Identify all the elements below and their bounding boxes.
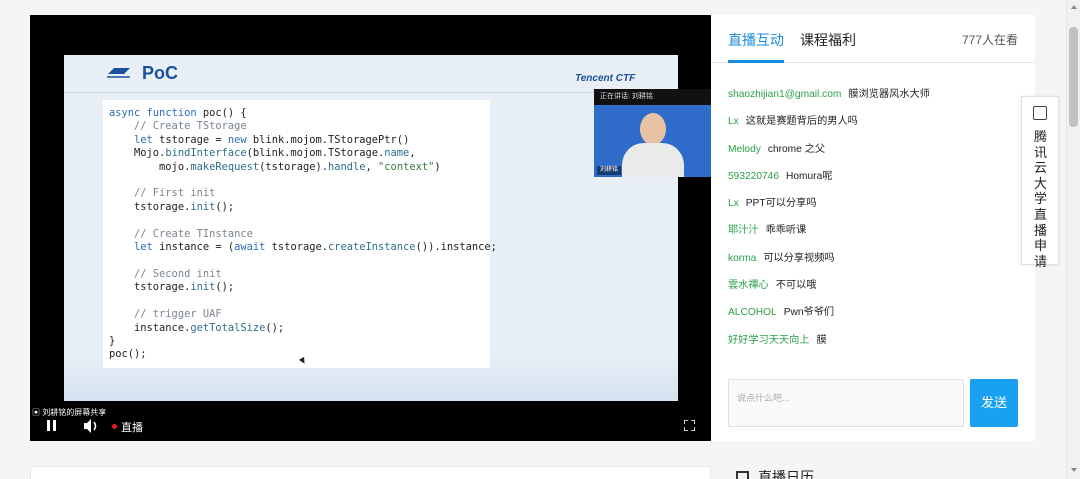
speaker-name-tag: 刘耕铭 — [597, 166, 622, 175]
scroll-up-icon[interactable] — [1071, 5, 1077, 9]
presentation-slide: PoC Tencent CTF async function poc() { /… — [64, 55, 678, 401]
send-button[interactable]: 发送 — [970, 379, 1018, 427]
video-player[interactable]: PoC Tencent CTF async function poc() { /… — [30, 15, 711, 441]
chat-message: 好好学习天天向上膜 — [728, 334, 1018, 361]
chat-input[interactable]: 说点什么吧... — [728, 379, 964, 427]
scroll-thumb[interactable] — [1069, 27, 1078, 127]
code-line: } — [109, 334, 116, 347]
code-line: instance.getTotalSize(); — [109, 321, 285, 334]
code-line: let tstorage = new blink.mojom.TStorageP… — [134, 133, 410, 146]
calendar-icon — [736, 471, 749, 479]
live-apply-tab[interactable]: 腾讯云大学直播申请 — [1021, 96, 1059, 269]
chat-username[interactable]: 好好学习天天向上 — [728, 335, 810, 346]
chat-message: shaozhijian1@gmail.com 膜浏览器风水大师 — [728, 88, 1018, 115]
chat-message: Lx PPT可以分享吗 — [728, 197, 1018, 224]
live-dot-icon — [112, 424, 117, 429]
speaker-status: 正在讲话: 刘耕铭 — [594, 89, 711, 105]
chat-message: Melody chrome 之父 — [728, 143, 1018, 170]
tab-active-indicator — [728, 60, 784, 63]
chat-username[interactable]: korma — [728, 253, 756, 264]
chat-message: Lx 这就是赛题背后的男人吗 — [728, 115, 1018, 142]
chat-text: 乖乖听课 — [765, 225, 807, 237]
viewer-count: 777人在看 — [962, 33, 1019, 47]
code-line: tstorage.init(); — [109, 281, 235, 294]
chat-username[interactable]: Melody — [728, 144, 761, 155]
code-text: async function poc() { // Create TStorag… — [109, 107, 497, 362]
chat-username[interactable]: Lx — [728, 198, 739, 209]
scroll-down-icon[interactable] — [1071, 468, 1077, 472]
chat-username[interactable]: ALCOHOL — [728, 307, 777, 318]
live-apply-label: 腾讯云大学直播申请 — [1034, 129, 1048, 269]
lower-content-card — [30, 466, 711, 479]
fullscreen-icon[interactable] — [684, 420, 695, 431]
code-line: async function poc() { — [109, 107, 247, 119]
code-line: // First init — [109, 187, 216, 200]
player-controls: 直播 — [30, 416, 711, 438]
code-line: Mojo.bindInterface(blink.mojom.TStorage.… — [109, 147, 416, 160]
speaker-camera[interactable]: 正在讲话: 刘耕铭 刘耕铭 — [594, 89, 711, 177]
chat-text: 膜 — [816, 334, 827, 346]
chat-input-placeholder: 说点什么吧... — [737, 393, 790, 403]
speaker-body — [622, 143, 684, 177]
chat-message-list[interactable]: shaozhijian1@gmail.com 膜浏览器风水大师 Lx 这就是赛题背后的… — [728, 88, 1018, 361]
code-line: // Second init — [109, 267, 222, 280]
pause-icon[interactable] — [46, 420, 58, 432]
tab-course-benefits[interactable]: 课程福利 — [800, 30, 856, 50]
volume-icon[interactable] — [82, 418, 100, 434]
speaker-head — [640, 113, 666, 145]
code-block: async function poc() { // Create TStorag… — [103, 100, 497, 368]
chat-text: PPT可以分享吗 — [745, 198, 817, 210]
chat-message: 593220746 Homura呢 — [728, 170, 1018, 197]
chat-username[interactable]: 耶汁汁 — [728, 225, 759, 236]
code-line: mojo.makeRequest(tstorage).handle, "cont… — [109, 160, 441, 173]
page-scrollbar[interactable] — [1066, 0, 1080, 479]
chat-text: chrome 之父 — [767, 143, 826, 155]
interaction-panel: 直播互动 课程福利 777人在看 shaozhijian1@gmail.com 膜… — [711, 15, 1035, 441]
tab-live-interaction[interactable]: 直播互动 — [728, 30, 784, 50]
chat-text: Homura呢 — [786, 170, 833, 182]
chat-message: 耶汁汁 乖乖听课 — [728, 224, 1018, 251]
slide-title: PoC — [142, 63, 178, 83]
chat-message: korma 可以分享视频吗 — [728, 252, 1018, 279]
chat-text: 可以分享视频吗 — [763, 252, 835, 264]
chat-message: ALCOHOL Pwn爷爷们 — [728, 306, 1018, 333]
page: PoC Tencent CTF async function poc() { /… — [0, 0, 1080, 479]
slide-brand: Tencent CTF — [575, 73, 636, 84]
chat-text: Pwn爷爷们 — [783, 307, 835, 319]
chat-username[interactable]: 593220746 — [728, 171, 779, 182]
slide-logo-icon — [107, 68, 130, 78]
chat-text: 膜浏览器风水大师 — [848, 89, 930, 100]
chat-message: 雲水禪心 不可以哦 — [728, 279, 1018, 306]
chat-username[interactable]: shaozhijian1@gmail.com — [728, 89, 841, 100]
slide-header: PoC Tencent CTF — [64, 55, 678, 93]
live-calendar-heading: 直播日历 — [758, 469, 814, 479]
code-line: // Create TInstance — [109, 227, 253, 240]
chat-text: 这就是赛题背后的男人吗 — [745, 116, 858, 128]
chat-username[interactable]: Lx — [728, 116, 739, 127]
code-line: // trigger UAF — [109, 308, 222, 321]
live-label: 直播 — [121, 422, 143, 434]
chat-username[interactable]: 雲水禪心 — [728, 280, 769, 291]
form-icon — [1033, 106, 1047, 120]
code-line: tstorage.init(); — [109, 200, 235, 213]
code-line: let instance = (await tstorage.createIns… — [134, 241, 497, 254]
chat-text: 不可以哦 — [775, 280, 817, 292]
code-line: // Create TStorage — [109, 120, 247, 133]
panel-tabs: 直播互动 课程福利 777人在看 — [711, 15, 1035, 63]
